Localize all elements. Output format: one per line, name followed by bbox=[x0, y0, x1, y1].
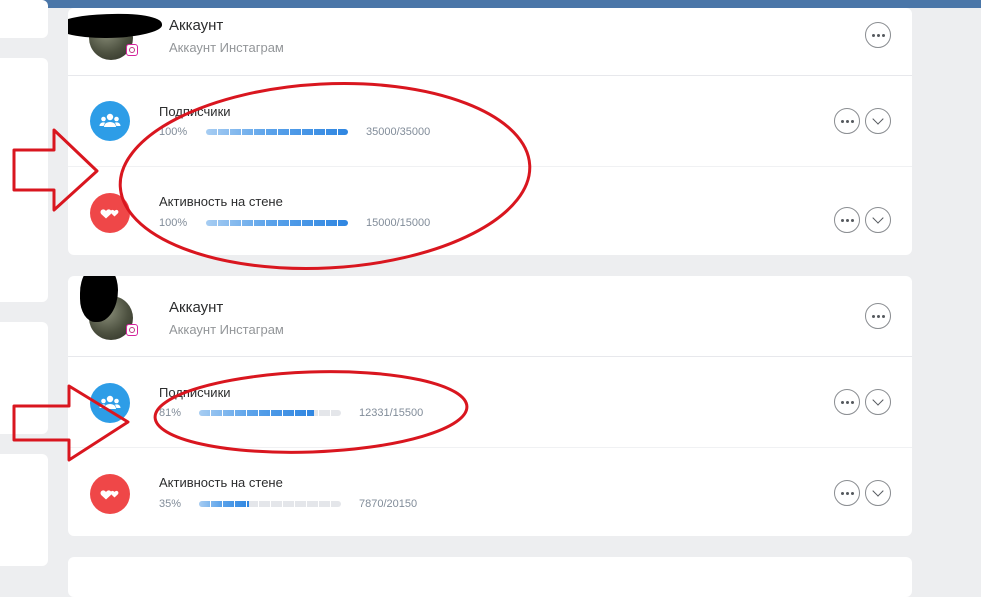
stat-count: 7870/20150 bbox=[359, 498, 418, 510]
users-icon bbox=[90, 383, 130, 423]
stat-row-wall-activity: Активность на стене 100% 15000/15000 bbox=[68, 166, 912, 255]
more-options-button[interactable] bbox=[865, 303, 891, 329]
left-panel-card bbox=[0, 0, 48, 38]
left-panel-card bbox=[0, 322, 48, 434]
stat-percent: 100% bbox=[159, 217, 188, 229]
stat-row-wall-activity: Активность на стене 35% 7870/20150 bbox=[68, 447, 912, 536]
more-options-button[interactable] bbox=[834, 108, 860, 134]
account-title[interactable]: Аккаунт bbox=[169, 17, 223, 34]
progress-bar bbox=[206, 220, 348, 226]
account-header: Аккаунт Аккаунт Инстаграм bbox=[68, 276, 912, 357]
top-bar bbox=[0, 0, 981, 8]
instagram-icon bbox=[126, 44, 138, 56]
account-title[interactable]: Аккаунт bbox=[169, 299, 223, 316]
account-card bbox=[68, 557, 912, 597]
users-icon bbox=[90, 101, 130, 141]
account-subtitle: Аккаунт Инстаграм bbox=[169, 322, 284, 337]
hearts-icon bbox=[90, 474, 130, 514]
hearts-icon bbox=[90, 193, 130, 233]
stat-label: Подписчики bbox=[159, 385, 231, 400]
stat-label: Подписчики bbox=[159, 104, 231, 119]
more-options-button[interactable] bbox=[834, 389, 860, 415]
account-card: Аккаунт Аккаунт Инстаграм Подписчики 100… bbox=[68, 8, 912, 255]
chevron-down-icon[interactable] bbox=[865, 108, 891, 134]
stat-count: 35000/35000 bbox=[366, 126, 431, 138]
account-header: Аккаунт Аккаунт Инстаграм bbox=[68, 8, 912, 76]
stat-label: Активность на стене bbox=[159, 194, 283, 209]
stat-percent: 81% bbox=[159, 407, 182, 419]
more-options-button[interactable] bbox=[834, 480, 860, 506]
stat-row-followers: Подписчики 100% 35000/35000 bbox=[68, 76, 912, 166]
account-card: Аккаунт Аккаунт Инстаграм Подписчики 81%… bbox=[68, 276, 912, 536]
stat-count: 12331/15500 bbox=[359, 407, 424, 419]
stat-label: Активность на стене bbox=[159, 475, 283, 490]
chevron-down-icon[interactable] bbox=[865, 480, 891, 506]
progress-bar bbox=[199, 501, 341, 507]
progress-bar bbox=[206, 129, 348, 135]
stat-count: 15000/15000 bbox=[366, 217, 431, 229]
more-options-button[interactable] bbox=[865, 22, 891, 48]
chevron-down-icon[interactable] bbox=[865, 207, 891, 233]
redaction-scribble bbox=[68, 11, 163, 41]
stat-row-followers: Подписчики 81% 12331/15500 bbox=[68, 357, 912, 447]
stat-percent: 100% bbox=[159, 126, 188, 138]
chevron-down-icon[interactable] bbox=[865, 389, 891, 415]
more-options-button[interactable] bbox=[834, 207, 860, 233]
left-panel-card bbox=[0, 454, 48, 566]
stat-percent: 35% bbox=[159, 498, 182, 510]
instagram-icon bbox=[126, 324, 138, 336]
account-subtitle: Аккаунт Инстаграм bbox=[169, 40, 284, 55]
left-panel-card bbox=[0, 58, 48, 302]
progress-bar bbox=[199, 410, 341, 416]
